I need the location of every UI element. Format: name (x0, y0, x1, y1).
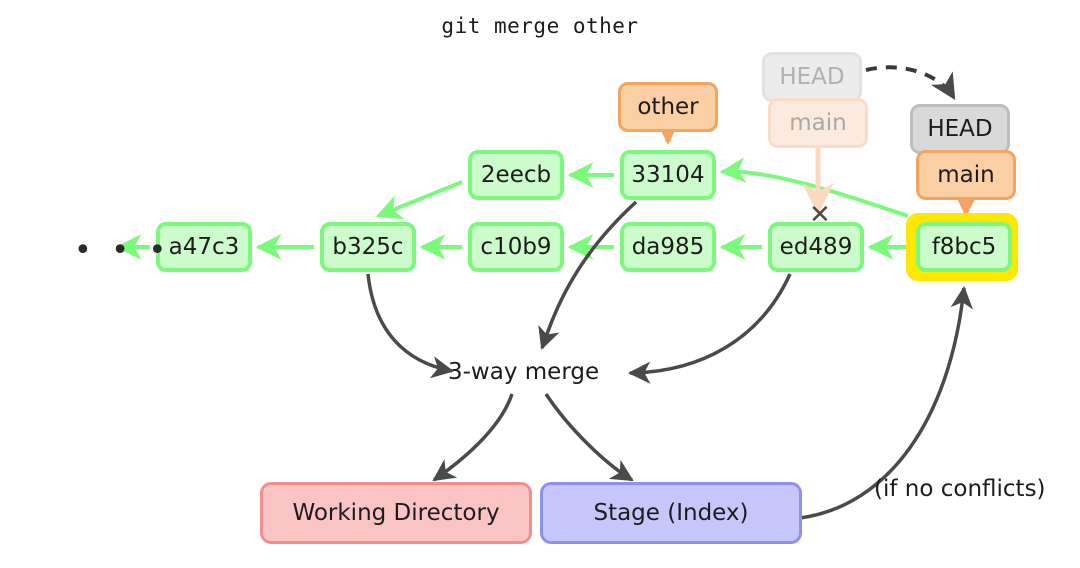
ref-main-branch[interactable]: main (916, 150, 1016, 200)
commit-node[interactable]: ed489 (768, 222, 864, 272)
ref-head[interactable]: HEAD (910, 104, 1010, 154)
edge-merge-to-stage (544, 393, 634, 482)
stage-index-label: Stage (Index) (593, 500, 749, 526)
page-title: git merge other (441, 14, 639, 38)
three-way-merge-label: 3-way merge (448, 359, 600, 385)
if-no-conflicts-annotation: (if no conflicts) (874, 476, 1046, 502)
ref-head-label: HEAD (927, 116, 993, 142)
commit-id: b325c (332, 234, 404, 260)
commit-node[interactable]: c10b9 (468, 222, 564, 272)
commit-id: a47c3 (168, 234, 240, 260)
ref-other-branch[interactable]: other (618, 82, 718, 132)
working-directory-box[interactable]: Working Directory (260, 482, 532, 544)
commit-node[interactable]: 2eecb (468, 150, 564, 200)
commit-id: f8bc5 (931, 234, 997, 260)
commit-id: 33104 (631, 162, 705, 188)
commit-id: c10b9 (480, 234, 552, 260)
ref-other-branch-label: other (637, 94, 699, 120)
ref-main-previous: main (768, 98, 868, 148)
commit-node[interactable]: da985 (620, 222, 716, 272)
commit-id: 2eecb (480, 162, 552, 188)
working-directory-label: Working Directory (292, 500, 500, 526)
stage-index-box[interactable]: Stage (Index) (540, 482, 802, 544)
edge-head-move-dashed (865, 65, 956, 100)
edge-2eecb-to-b325c (375, 180, 463, 220)
ref-head-previous: HEAD (762, 52, 862, 102)
ref-main-previous-label: main (789, 110, 847, 136)
ref-main-branch-label: main (937, 162, 995, 188)
edge-b325c-to-merge (366, 273, 455, 379)
edge-ed489-to-merge (627, 273, 792, 384)
history-ellipsis: • • • (74, 233, 172, 268)
commit-id: ed489 (779, 234, 853, 260)
commit-node[interactable]: b325c (320, 222, 416, 272)
commit-node-merge[interactable]: f8bc5 (916, 222, 1012, 272)
commit-node[interactable]: 33104 (620, 150, 716, 200)
edge-merge-to-working-directory (432, 393, 514, 482)
commit-id: da985 (631, 234, 705, 260)
ref-head-previous-label: HEAD (779, 64, 845, 90)
diagram-canvas: git merge other HEAD main ✕ other HEAD m… (0, 0, 1080, 568)
